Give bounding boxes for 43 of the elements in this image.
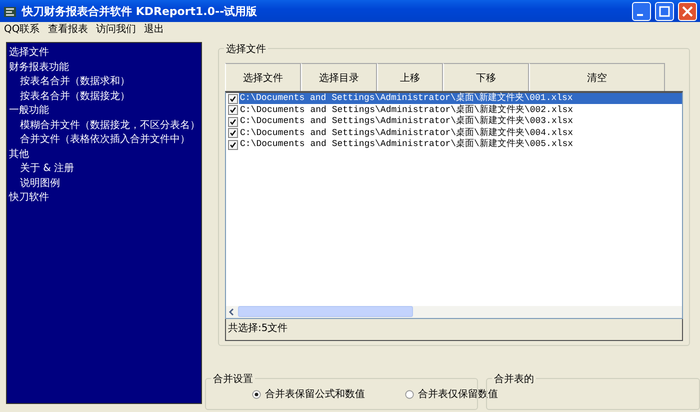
sidebar-item[interactable]: 财务报表功能 (9, 60, 69, 75)
radio-button[interactable] (405, 390, 414, 398)
sidebar-item[interactable]: 一般功能 (9, 104, 49, 118)
menu-item[interactable]: 查看报表 (48, 23, 88, 37)
file-path[interactable]: C:\Documents and Settings\Administrator\桌面\新建文件夹\001.xlsx (238, 93, 682, 104)
maximize-icon[interactable] (655, 2, 674, 20)
horizontal-scrollbar[interactable] (226, 306, 682, 318)
checkbox[interactable] (228, 128, 238, 138)
option-label: 合并表保留公式和数值 (265, 388, 365, 401)
toolbar-button[interactable]: 选择目录 (301, 63, 377, 91)
sidebar-item[interactable]: 选择文件 (9, 46, 49, 60)
sidebar-item[interactable]: 合并文件（表格依次插入合并文件中） (20, 133, 190, 148)
menu-item[interactable]: 退出 (144, 23, 164, 37)
window-title: 快刀财务报表合并软件 KDReport1.0--试用版 (22, 4, 258, 18)
menu-item[interactable]: QQ联系 (4, 23, 40, 37)
file-path[interactable]: C:\Documents and Settings\Administrator\桌面\新建文件夹\005.xlsx (239, 139, 574, 150)
file-path[interactable]: C:\Documents and Settings\Administrator\桌面\新建文件夹\004.xlsx (239, 128, 574, 139)
file-path[interactable]: C:\Documents and Settings\Administrator\桌面\新建文件夹\002.xlsx (239, 104, 574, 116)
checkbox[interactable] (228, 140, 238, 150)
sidebar-item[interactable]: 关于 & 注册 (20, 162, 74, 176)
close-icon[interactable] (678, 2, 697, 20)
toolbar-button[interactable]: 清空 (529, 63, 665, 91)
scroll-thumb[interactable] (238, 306, 413, 317)
toolbar-button[interactable]: 上移 (377, 63, 443, 91)
toolbar-button[interactable]: 选择文件 (225, 63, 301, 91)
sidebar-item[interactable]: 说明图例 (20, 176, 60, 191)
checkbox[interactable] (228, 94, 238, 104)
sidebar-item[interactable]: 快刀软件 (9, 191, 49, 206)
sidebar-item[interactable]: 其他 (9, 148, 29, 162)
group-title: 合并设置 (211, 372, 255, 386)
checkbox[interactable] (228, 116, 238, 127)
sidebar-item[interactable]: 模糊合并文件（数据接龙，不区分表名） (20, 118, 200, 133)
sidebar-item[interactable]: 按表名合并（数据求和） (20, 75, 130, 90)
group-title: 合并表的 (492, 372, 536, 386)
radio-button[interactable] (252, 390, 261, 398)
minimize-icon[interactable] (632, 2, 651, 20)
sidebar-item[interactable]: 按表名合并（数据接龙） (20, 90, 130, 104)
group-title: 选择文件 (224, 42, 268, 56)
file-path[interactable]: C:\Documents and Settings\Administrator\桌面\新建文件夹\003.xlsx (239, 116, 574, 128)
checkbox[interactable] (228, 105, 238, 116)
status-text: 共选择:5文件 (225, 319, 683, 341)
menu-item[interactable]: 访问我们 (96, 23, 136, 37)
toolbar-button[interactable]: 下移 (443, 63, 529, 91)
